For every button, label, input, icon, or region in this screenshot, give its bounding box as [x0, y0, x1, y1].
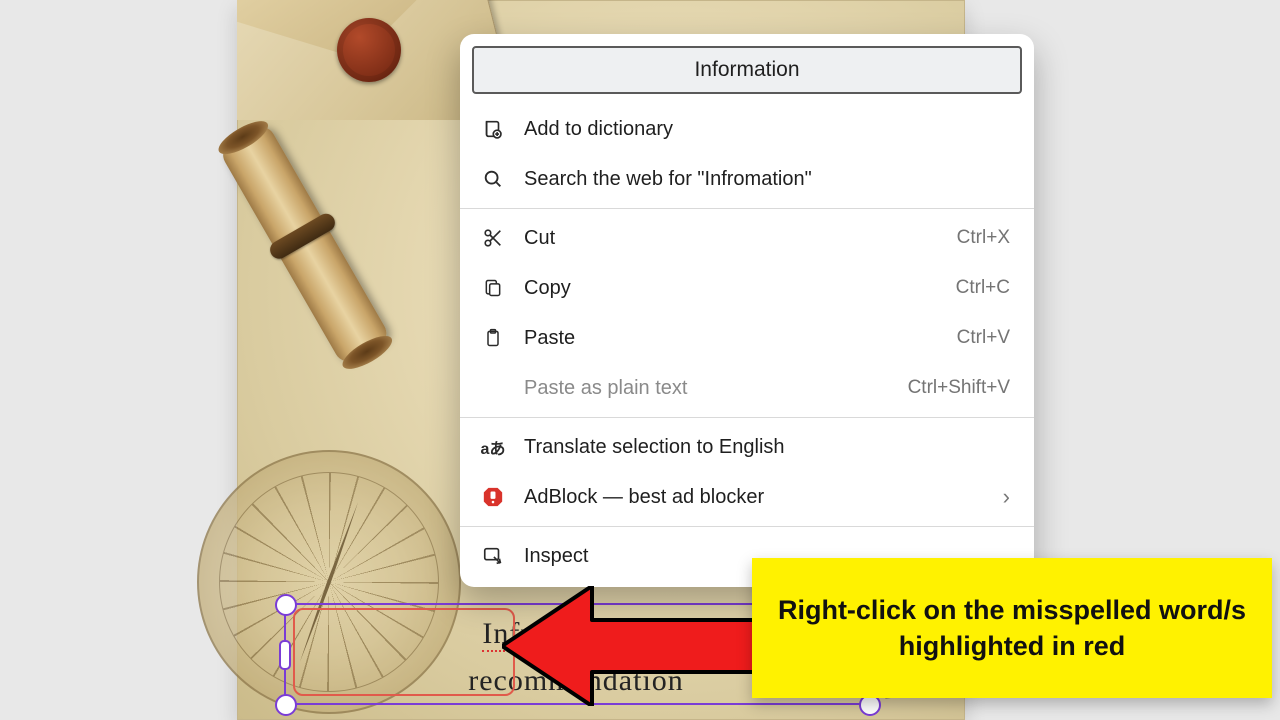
- shortcut: Ctrl+C: [956, 277, 1010, 299]
- blank-icon: [480, 375, 506, 401]
- context-menu: Information Add to dictionary Search the…: [460, 34, 1034, 587]
- menu-label: Search the web for "Infromation": [524, 168, 1010, 191]
- resize-handle[interactable]: [275, 594, 297, 616]
- wax-seal-icon: [337, 18, 401, 82]
- shortcut: Ctrl+V: [957, 327, 1010, 349]
- menu-translate[interactable]: aあ Translate selection to English: [460, 422, 1034, 472]
- translate-icon: aあ: [480, 434, 506, 460]
- stage: Lorem i Ut e Fusce s hendrer diam e Nunc…: [0, 0, 1280, 720]
- menu-copy[interactable]: Copy Ctrl+C: [460, 263, 1034, 313]
- menu-label: AdBlock — best ad blocker: [524, 486, 985, 509]
- menu-paste-plain: Paste as plain text Ctrl+Shift+V: [460, 363, 1034, 413]
- cut-icon: [480, 225, 506, 251]
- text-fragment: m: [637, 617, 670, 650]
- menu-add-to-dictionary[interactable]: Add to dictionary: [460, 104, 1034, 154]
- menu-label: Copy: [524, 277, 938, 300]
- menu-label: Paste as plain text: [524, 377, 890, 400]
- adblock-icon: [480, 484, 506, 510]
- menu-cut[interactable]: Cut Ctrl+X: [460, 213, 1034, 263]
- paste-icon: [480, 325, 506, 351]
- resize-handle[interactable]: [279, 640, 291, 670]
- menu-label: Add to dictionary: [524, 118, 1010, 141]
- menu-separator: [460, 526, 1034, 527]
- resize-handle[interactable]: [275, 694, 297, 716]
- menu-paste[interactable]: Paste Ctrl+V: [460, 313, 1034, 363]
- search-icon: [480, 166, 506, 192]
- menu-label: Paste: [524, 327, 939, 350]
- inspect-icon: [480, 543, 506, 569]
- menu-label: Translate selection to English: [524, 436, 1010, 459]
- shortcut: Ctrl+X: [957, 227, 1010, 249]
- menu-separator: [460, 208, 1034, 209]
- menu-adblock[interactable]: AdBlock — best ad blocker ›: [460, 472, 1034, 522]
- instruction-callout: Right-click on the misspelled word/s hig…: [752, 558, 1272, 698]
- menu-label: Cut: [524, 227, 939, 250]
- copy-icon: [480, 275, 506, 301]
- chevron-right-icon: ›: [1003, 484, 1010, 510]
- dictionary-add-icon: [480, 116, 506, 142]
- shortcut: Ctrl+Shift+V: [908, 377, 1010, 399]
- menu-separator: [460, 417, 1034, 418]
- menu-search-web[interactable]: Search the web for "Infromation": [460, 154, 1034, 204]
- highlight-box: [293, 608, 515, 696]
- spelling-suggestion[interactable]: Information: [472, 46, 1022, 94]
